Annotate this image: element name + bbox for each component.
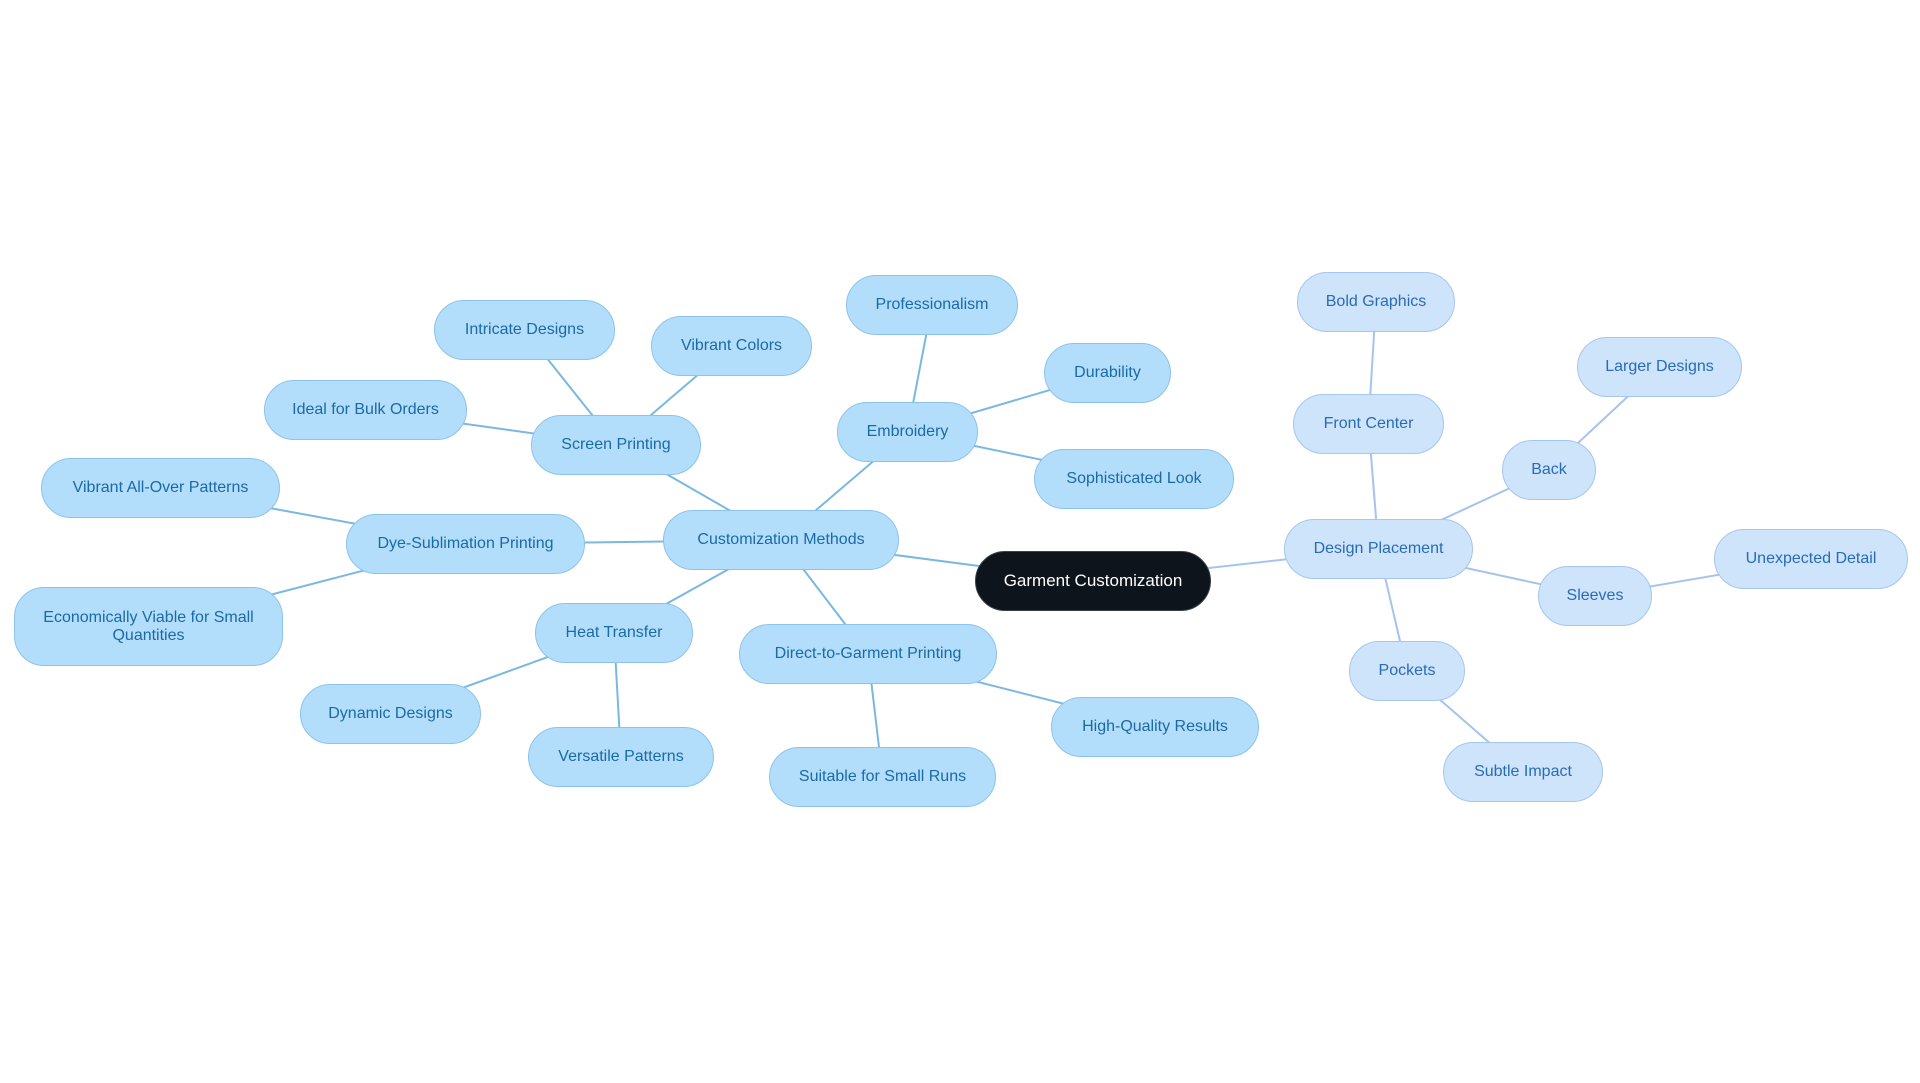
- node-bold-graphics[interactable]: Bold Graphics: [1297, 272, 1455, 332]
- node-sleeves[interactable]: Sleeves: [1538, 566, 1652, 626]
- node-design-placement[interactable]: Design Placement: [1284, 519, 1473, 579]
- node-pockets[interactable]: Pockets: [1349, 641, 1465, 701]
- node-front-center[interactable]: Front Center: [1293, 394, 1444, 454]
- node-vibrant-colors[interactable]: Vibrant Colors: [651, 316, 812, 376]
- node-economically-viable[interactable]: Economically Viable for Small Quantities: [14, 587, 283, 666]
- node-garment-customization[interactable]: Garment Customization: [975, 551, 1211, 611]
- node-heat-transfer[interactable]: Heat Transfer: [535, 603, 693, 663]
- node-back[interactable]: Back: [1502, 440, 1596, 500]
- node-dye-sublimation-printing[interactable]: Dye-Sublimation Printing: [346, 514, 585, 574]
- node-subtle-impact[interactable]: Subtle Impact: [1443, 742, 1603, 802]
- node-versatile-patterns[interactable]: Versatile Patterns: [528, 727, 714, 787]
- connector-layer: [148, 301, 1812, 778]
- node-customization-methods[interactable]: Customization Methods: [663, 510, 899, 570]
- node-unexpected-detail[interactable]: Unexpected Detail: [1714, 529, 1908, 589]
- node-larger-designs[interactable]: Larger Designs: [1577, 337, 1742, 397]
- node-screen-printing[interactable]: Screen Printing: [531, 415, 701, 475]
- node-durability[interactable]: Durability: [1044, 343, 1171, 403]
- node-professionalism[interactable]: Professionalism: [846, 275, 1018, 335]
- node-high-quality-results[interactable]: High-Quality Results: [1051, 697, 1259, 757]
- node-sophisticated-look[interactable]: Sophisticated Look: [1034, 449, 1234, 509]
- node-embroidery[interactable]: Embroidery: [837, 402, 978, 462]
- node-dynamic-designs[interactable]: Dynamic Designs: [300, 684, 481, 744]
- node-suitable-for-small-runs[interactable]: Suitable for Small Runs: [769, 747, 996, 807]
- node-intricate-designs[interactable]: Intricate Designs: [434, 300, 615, 360]
- node-vibrant-all-over-patterns[interactable]: Vibrant All-Over Patterns: [41, 458, 280, 518]
- node-direct-to-garment-printing[interactable]: Direct-to-Garment Printing: [739, 624, 997, 684]
- node-ideal-for-bulk-orders[interactable]: Ideal for Bulk Orders: [264, 380, 467, 440]
